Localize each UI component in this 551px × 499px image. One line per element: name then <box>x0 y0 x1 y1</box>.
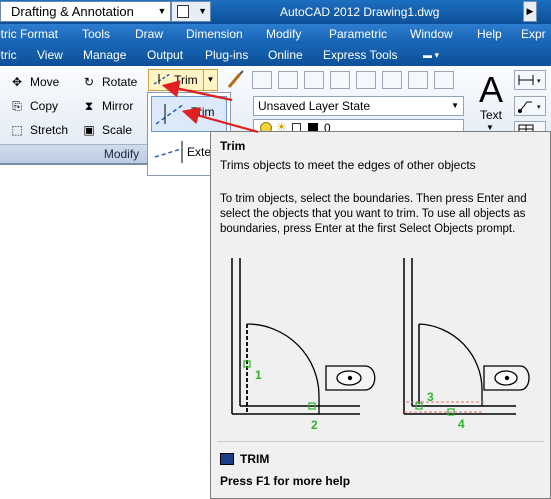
layer-lock-icon[interactable] <box>408 71 428 89</box>
chevron-down-icon[interactable]: ▼ <box>156 4 168 19</box>
dropdown-item-trim[interactable]: Trim <box>151 96 227 132</box>
trim-icon <box>153 73 171 85</box>
menu-item-dimension[interactable]: Dimension <box>186 24 243 44</box>
trim-before-figure <box>231 258 376 415</box>
figure-label-4: 4 <box>458 417 465 431</box>
workspace-name: Drafting & Annotation <box>11 4 134 19</box>
layer-off-icon[interactable] <box>382 71 402 89</box>
layer-unisolate-icon[interactable] <box>330 71 350 89</box>
stretch-icon: ⬚ <box>11 123 23 137</box>
rotate-icon: ↻ <box>83 75 95 89</box>
scroll-right-button[interactable]: ▶ <box>523 1 537 22</box>
menu-item-tools[interactable]: Tools <box>82 24 110 44</box>
move-icon: ✥ <box>11 75 23 89</box>
menu-item-format[interactable]: Format <box>20 24 58 44</box>
menu-item-parametric-partial[interactable]: etric <box>0 24 17 44</box>
tab-online[interactable]: Online <box>268 44 303 66</box>
tooltip-body: To trim objects, select the boundaries. … <box>220 193 527 235</box>
tooltip-command-name: TRIM <box>240 452 270 466</box>
mirror-button[interactable]: ⧗ Mirror <box>80 96 134 116</box>
layer-properties-icon[interactable] <box>252 71 272 89</box>
layer-match-icon[interactable] <box>434 71 454 89</box>
figure-label-1: 1 <box>255 368 262 382</box>
layer-tools-row <box>252 70 467 92</box>
menu-item-window[interactable]: Window <box>410 24 453 44</box>
ribbon-minimize-icon[interactable]: ▬ ▾ <box>423 48 447 62</box>
linear-dimension-icon: ▾ <box>518 75 541 85</box>
tooltip-command: TRIM <box>220 451 269 467</box>
move-button[interactable]: ✥ Move <box>8 72 59 92</box>
multileader-icon: ▾ <box>518 101 541 113</box>
layer-state-dropdown[interactable]: Unsaved Layer State ▼ <box>253 96 464 116</box>
tooltip-divider <box>217 441 544 442</box>
tab-parametric-partial[interactable]: etric <box>0 44 17 66</box>
menu-bar: etric Format Tools Draw Dimension Modify… <box>0 24 551 44</box>
scale-button[interactable]: ▣ Scale <box>80 120 132 140</box>
svg-text:▾: ▾ <box>537 78 541 85</box>
tooltip-help-hint: Press F1 for more help <box>220 474 351 488</box>
leader-button[interactable]: ▾ <box>514 96 546 116</box>
match-properties-button[interactable] <box>225 70 249 90</box>
dimension-button[interactable]: ▾ <box>514 70 546 90</box>
workspace-switcher[interactable]: Drafting & Annotation ▼ <box>0 1 171 22</box>
copy-button[interactable]: ⎘ Copy <box>8 96 58 116</box>
figure-label-2: 2 <box>311 418 318 432</box>
command-line-icon <box>220 453 234 465</box>
new-document-icon <box>177 5 189 18</box>
stretch-label: Stretch <box>30 123 69 137</box>
copy-label: Copy <box>30 99 59 113</box>
layer-state-value: Unsaved Layer State <box>258 99 371 113</box>
menu-item-draw[interactable]: Draw <box>135 24 163 44</box>
extend-icon <box>154 141 183 163</box>
move-label: Move <box>30 75 60 89</box>
tab-manage[interactable]: Manage <box>83 44 126 66</box>
layer-isolate-icon[interactable] <box>304 71 324 89</box>
tab-output[interactable]: Output <box>147 44 183 66</box>
tooltip-title: Trim <box>220 139 246 153</box>
svg-text:▾: ▾ <box>537 104 541 111</box>
menu-item-parametric[interactable]: Parametric <box>329 24 387 44</box>
trim-illustration: 1 2 3 4 <box>231 258 530 432</box>
quick-access-new-button[interactable]: ▼ <box>171 1 211 22</box>
stretch-button[interactable]: ⬚ Stretch <box>8 120 68 140</box>
tab-view[interactable]: View <box>37 44 63 66</box>
trim-label: Trim <box>174 73 198 87</box>
layer-freeze-icon[interactable] <box>356 71 376 89</box>
copy-icon: ⎘ <box>12 99 22 113</box>
tab-express-tools[interactable]: Express Tools <box>323 44 397 66</box>
tab-plug-ins[interactable]: Plug-ins <box>205 44 248 66</box>
text-button-label[interactable]: Text <box>472 108 510 122</box>
trim-split-button[interactable]: Trim ▼ <box>148 69 218 91</box>
mirror-label: Mirror <box>102 99 134 113</box>
trim-tooltip: Trim Trims objects to meet the edges of … <box>210 131 551 499</box>
mirror-icon: ⧗ <box>84 99 94 113</box>
chevron-down-icon[interactable]: ▼ <box>203 70 217 90</box>
chevron-down-icon[interactable]: ▼ <box>451 97 459 115</box>
figure-label-3: 3 <box>427 390 434 404</box>
paintbrush-icon <box>227 70 244 88</box>
text-icon[interactable]: A <box>476 70 506 110</box>
menu-item-help[interactable]: Help <box>477 24 502 44</box>
layer-walk-icon[interactable] <box>278 71 298 89</box>
title-bar: Drafting & Annotation ▼ ▼ AutoCAD 2012 D… <box>0 0 551 24</box>
trim-after-figure <box>403 258 530 416</box>
rotate-button[interactable]: ↻ Rotate <box>80 72 137 92</box>
rotate-label: Rotate <box>102 75 138 89</box>
ribbon-tab-bar: etric View Manage Output Plug-ins Online… <box>0 44 551 66</box>
chevron-down-icon[interactable]: ▼ <box>198 6 207 16</box>
tooltip-description: Trims objects to meet the edges of other… <box>220 158 476 172</box>
dropdown-trim-label: Trim <box>191 105 215 119</box>
menu-item-modify[interactable]: Modify <box>266 24 301 44</box>
menu-item-express[interactable]: Expr <box>521 24 546 44</box>
app-title: AutoCAD 2012 Drawing1.dwg <box>280 5 440 19</box>
trim-icon <box>155 103 185 125</box>
scale-label: Scale <box>102 123 133 137</box>
scale-icon: ▣ <box>83 123 95 137</box>
